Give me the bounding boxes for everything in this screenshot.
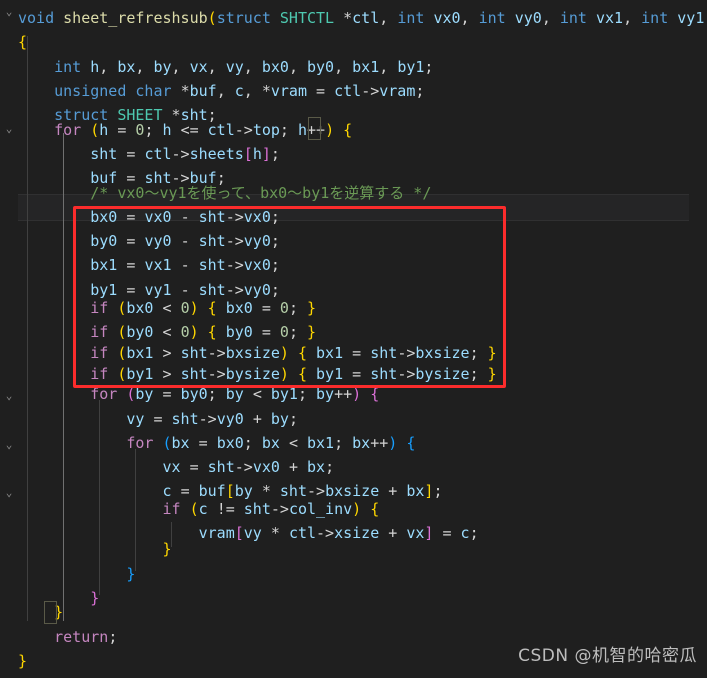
code-editor[interactable]: ⌄ ⌄ ⌄ ⌄ ⌄ void sheet_refreshsub(struct S… [0,0,707,678]
code-line[interactable]: { [18,30,707,54]
code-line[interactable]: void sheet_refreshsub(struct SHTCTL *ctl… [18,6,707,30]
code-line[interactable]: } [18,600,707,624]
code-content[interactable]: void sheet_refreshsub(struct SHTCTL *ctl… [18,0,707,678]
editor-gutter[interactable]: ⌄ ⌄ ⌄ ⌄ ⌄ [0,0,18,678]
code-line[interactable]: /* vx0〜vy1を使って、bx0〜by1を逆算する */ [18,181,707,205]
code-line[interactable]: vy = sht->vy0 + by; [18,407,707,431]
chevron-down-icon[interactable]: ⌄ [3,123,15,135]
watermark: CSDN @机智的哈密瓜 [518,645,697,666]
code-line[interactable]: unsigned char *buf, c, *vram = ctl->vram… [18,79,707,103]
code-line[interactable]: for (bx = bx0; bx < bx1; bx++) { [18,431,707,455]
code-line[interactable]: } [18,562,707,586]
code-line[interactable]: vx = sht->vx0 + bx; [18,455,707,479]
code-line[interactable]: bx1 = vx1 - sht->vx0; [18,253,707,277]
code-line[interactable]: for (by = by0; by < by1; by++) { [18,382,707,406]
code-line[interactable]: int h, bx, by, vx, vy, bx0, by0, bx1, by… [18,55,707,79]
code-line[interactable]: for (h = 0; h <= ctl->top; h++) { [18,118,707,142]
chevron-down-icon[interactable]: ⌄ [3,390,15,402]
code-line[interactable]: bx0 = vx0 - sht->vx0; [18,205,707,229]
code-line[interactable]: by0 = vy0 - sht->vy0; [18,229,707,253]
code-line[interactable]: if (bx0 < 0) { bx0 = 0; } [18,296,707,320]
code-line[interactable]: sht = ctl->sheets[h]; [18,142,707,166]
chevron-down-icon[interactable]: ⌄ [3,439,15,451]
code-line[interactable]: if (c != sht->col_inv) { [18,497,707,521]
chevron-down-icon[interactable]: ⌄ [3,487,15,499]
chevron-down-icon[interactable]: ⌄ [3,6,15,18]
